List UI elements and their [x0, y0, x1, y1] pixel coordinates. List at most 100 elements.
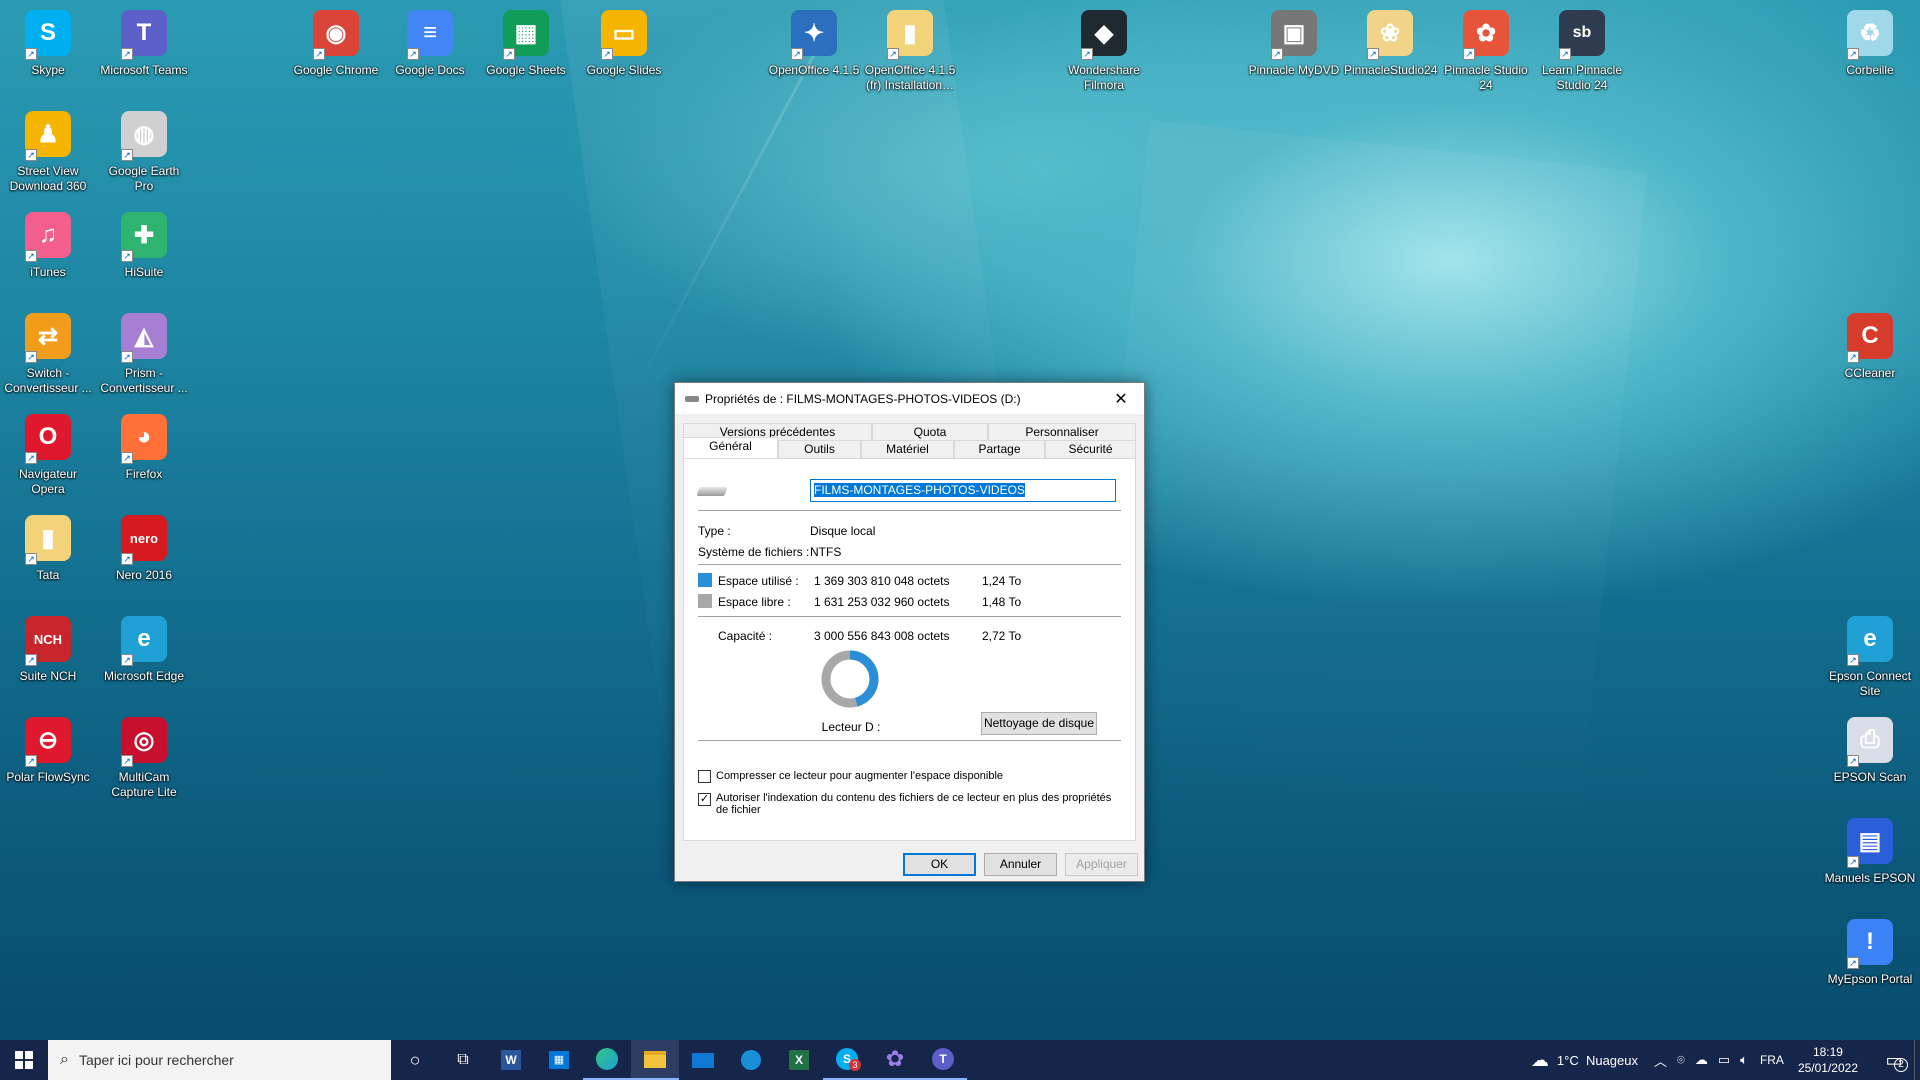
tab-general[interactable]: Général: [683, 437, 778, 458]
desktop-icon[interactable]: ✚ ↗ HiSuite: [98, 210, 190, 280]
desktop-icon[interactable]: ♫ ↗ iTunes: [2, 210, 94, 280]
clock-date: 25/01/2022: [1797, 1061, 1858, 1075]
desktop-icon[interactable]: ◭ ↗ Prism - Convertisseur ...: [98, 311, 190, 396]
dialog-titlebar[interactable]: Propriétés de : FILMS-MONTAGES-PHOTOS-VI…: [675, 383, 1144, 414]
edge-app-icon[interactable]: [583, 1040, 631, 1080]
webcam-icon[interactable]: ⌾: [1677, 1052, 1685, 1068]
desktop-icon-label: Google Slides: [586, 63, 662, 77]
desktop-icon-label: Tata: [36, 568, 60, 582]
weather-text[interactable]: 1°C Nuageux: [1557, 1053, 1638, 1068]
desktop-icon[interactable]: sb ↗ Learn Pinnacle Studio 24: [1536, 8, 1628, 93]
desktop-icon[interactable]: ◎ ↗ MultiCam Capture Lite: [98, 715, 190, 800]
desktop-icon[interactable]: ✿ ↗ Pinnacle Studio 24: [1440, 8, 1532, 93]
desktop-icon[interactable]: e ↗ Microsoft Edge: [98, 614, 190, 684]
desktop-icon[interactable]: ♟ ↗ Street View Download 360: [2, 109, 94, 194]
desktop-icon[interactable]: ◆ ↗ Wondershare Filmora: [1058, 8, 1150, 93]
desktop-icon[interactable]: ◕ ↗ Firefox: [98, 412, 190, 482]
network-icon[interactable]: ▭: [1718, 1052, 1730, 1068]
desktop-icon[interactable]: nero ↗ Nero 2016: [98, 513, 190, 583]
compress-drive-checkbox[interactable]: [698, 770, 711, 783]
drive-name-input[interactable]: FILMS-MONTAGES-PHOTOS-VIDEOS: [810, 479, 1116, 502]
usage-donut-chart: [821, 650, 879, 708]
desktop-icon[interactable]: ◉ ↗ Google Chrome: [290, 8, 382, 78]
close-icon[interactable]: ✕: [1098, 383, 1144, 414]
desktop-icon[interactable]: ⇄ ↗ Switch - Convertisseur ...: [2, 311, 94, 396]
app-icon: ▮ ↗: [885, 10, 935, 60]
desktop-icon-label: iTunes: [30, 265, 66, 279]
desktop-icon-label: PinnacleStudio24: [1344, 63, 1438, 77]
thunderbird-app-icon[interactable]: [727, 1040, 775, 1080]
desktop-icon[interactable]: ♻ ↗ Corbeille: [1824, 8, 1916, 78]
tab-quota[interactable]: Quota: [872, 423, 988, 440]
desktop-icon[interactable]: e ↗ Epson Connect Site: [1824, 614, 1916, 699]
task-view-icon[interactable]: ⧉: [439, 1040, 487, 1080]
desktop-icon-label: Switch - Convertisseur ...: [4, 366, 92, 395]
tab-security[interactable]: Sécurité: [1045, 440, 1136, 458]
desktop-icon[interactable]: ▮ ↗ Tata: [2, 513, 94, 583]
cortana-icon[interactable]: ○: [391, 1040, 439, 1080]
volume-icon[interactable]: 🔈︎: [1740, 1052, 1748, 1068]
drive-properties-dialog[interactable]: Propriétés de : FILMS-MONTAGES-PHOTOS-VI…: [674, 382, 1145, 882]
taskbar-search-box[interactable]: ⌕ Taper ici pour rechercher: [48, 1040, 391, 1080]
clock[interactable]: 18:19 25/01/2022: [1798, 1044, 1858, 1076]
start-button[interactable]: [0, 1040, 48, 1080]
desktop-icon[interactable]: NCH ↗ Suite NCH: [2, 614, 94, 684]
desktop-icon[interactable]: C ↗ CCleaner: [1824, 311, 1916, 381]
desktop-icon[interactable]: ▦ ↗ Google Sheets: [480, 8, 572, 78]
excel-app-icon[interactable]: X: [775, 1040, 823, 1080]
skype-app-icon[interactable]: S 3: [823, 1040, 871, 1080]
drive-small-icon: [685, 395, 699, 402]
desktop-icon-label: MultiCam Capture Lite: [111, 770, 177, 799]
chevron-up-icon[interactable]: ︿: [1654, 1051, 1667, 1070]
desktop-icon[interactable]: O ↗ Navigateur Opera: [2, 412, 94, 497]
tab-tools[interactable]: Outils: [778, 440, 861, 458]
desktop-icon[interactable]: ⎙ ↗ EPSON Scan: [1824, 715, 1916, 785]
shortcut-arrow-icon: ↗: [1847, 351, 1859, 363]
disk-cleanup-button[interactable]: Nettoyage de disque: [981, 712, 1097, 735]
system-tray: ☁ 1°C Nuageux ︿ ⌾ ☁ ▭ 🔈︎ FRA 18:19 25/01…: [1531, 1040, 1920, 1080]
desktop-icon-label: EPSON Scan: [1833, 770, 1907, 784]
app-icon: ♟ ↗: [23, 111, 73, 161]
desktop-icon[interactable]: ▮ ↗ OpenOffice 4.1.5 (fr) Installation…: [864, 8, 956, 93]
file-explorer-app-icon[interactable]: [631, 1040, 679, 1080]
ok-button[interactable]: OK: [903, 853, 976, 876]
mail-app-icon[interactable]: [679, 1040, 727, 1080]
app-icon: ≡ ↗: [405, 10, 455, 60]
pinnacle-app-icon[interactable]: ✿: [871, 1040, 919, 1080]
notification-center-button[interactable]: ▭ 2: [1874, 1040, 1914, 1080]
desktop-icon[interactable]: ⊖ ↗ Polar FlowSync: [2, 715, 94, 785]
shortcut-arrow-icon: ↗: [1847, 957, 1859, 969]
word-app-icon[interactable]: W: [487, 1040, 535, 1080]
cloud-weather-icon[interactable]: ☁: [1531, 1050, 1549, 1071]
desktop-icon-label: Wondershare Filmora: [1068, 63, 1140, 92]
desktop-icon[interactable]: ◍ ↗ Google Earth Pro: [98, 109, 190, 194]
app-icon: ⊖ ↗: [23, 717, 73, 767]
drive-icon: [696, 487, 728, 496]
tab-customize[interactable]: Personnaliser: [988, 423, 1136, 440]
desktop-icon[interactable]: S ↗ Skype: [2, 8, 94, 78]
desktop-icon[interactable]: ▤ ↗ Manuels EPSON: [1824, 816, 1916, 886]
desktop-icon[interactable]: ✦ ↗ OpenOffice 4.1.5: [768, 8, 860, 78]
tab-hardware[interactable]: Matériel: [861, 440, 954, 458]
store-app-icon[interactable]: ▦: [535, 1040, 583, 1080]
teams-app-icon[interactable]: T: [919, 1040, 967, 1080]
desktop-icon-label: Polar FlowSync: [6, 770, 90, 784]
apply-button[interactable]: Appliquer: [1065, 853, 1138, 876]
app-icon: ✦ ↗: [789, 10, 839, 60]
tab-sharing[interactable]: Partage: [954, 440, 1045, 458]
desktop-icon[interactable]: ❀ ↗ PinnacleStudio24: [1344, 8, 1438, 78]
desktop-icon[interactable]: ▣ ↗ Pinnacle MyDVD: [1248, 8, 1340, 78]
desktop-icon[interactable]: ▭ ↗ Google Slides: [578, 8, 670, 78]
cancel-button[interactable]: Annuler: [984, 853, 1057, 876]
shortcut-arrow-icon: ↗: [121, 48, 133, 60]
onedrive-icon[interactable]: ☁: [1695, 1052, 1708, 1068]
desktop-icon[interactable]: T ↗ Microsoft Teams: [98, 8, 190, 78]
desktop-icon[interactable]: ! ↗ MyEpson Portal: [1824, 917, 1916, 987]
desktop-icon[interactable]: ≡ ↗ Google Docs: [384, 8, 476, 78]
allow-indexing-checkbox[interactable]: ✓: [698, 793, 711, 806]
app-icon: ▭ ↗: [599, 10, 649, 60]
desktop-icon-label: Pinnacle MyDVD: [1248, 63, 1340, 77]
show-desktop-button[interactable]: [1914, 1040, 1920, 1080]
desktop-icon-label: Google Docs: [395, 63, 465, 77]
language-indicator[interactable]: FRA: [1760, 1053, 1784, 1067]
